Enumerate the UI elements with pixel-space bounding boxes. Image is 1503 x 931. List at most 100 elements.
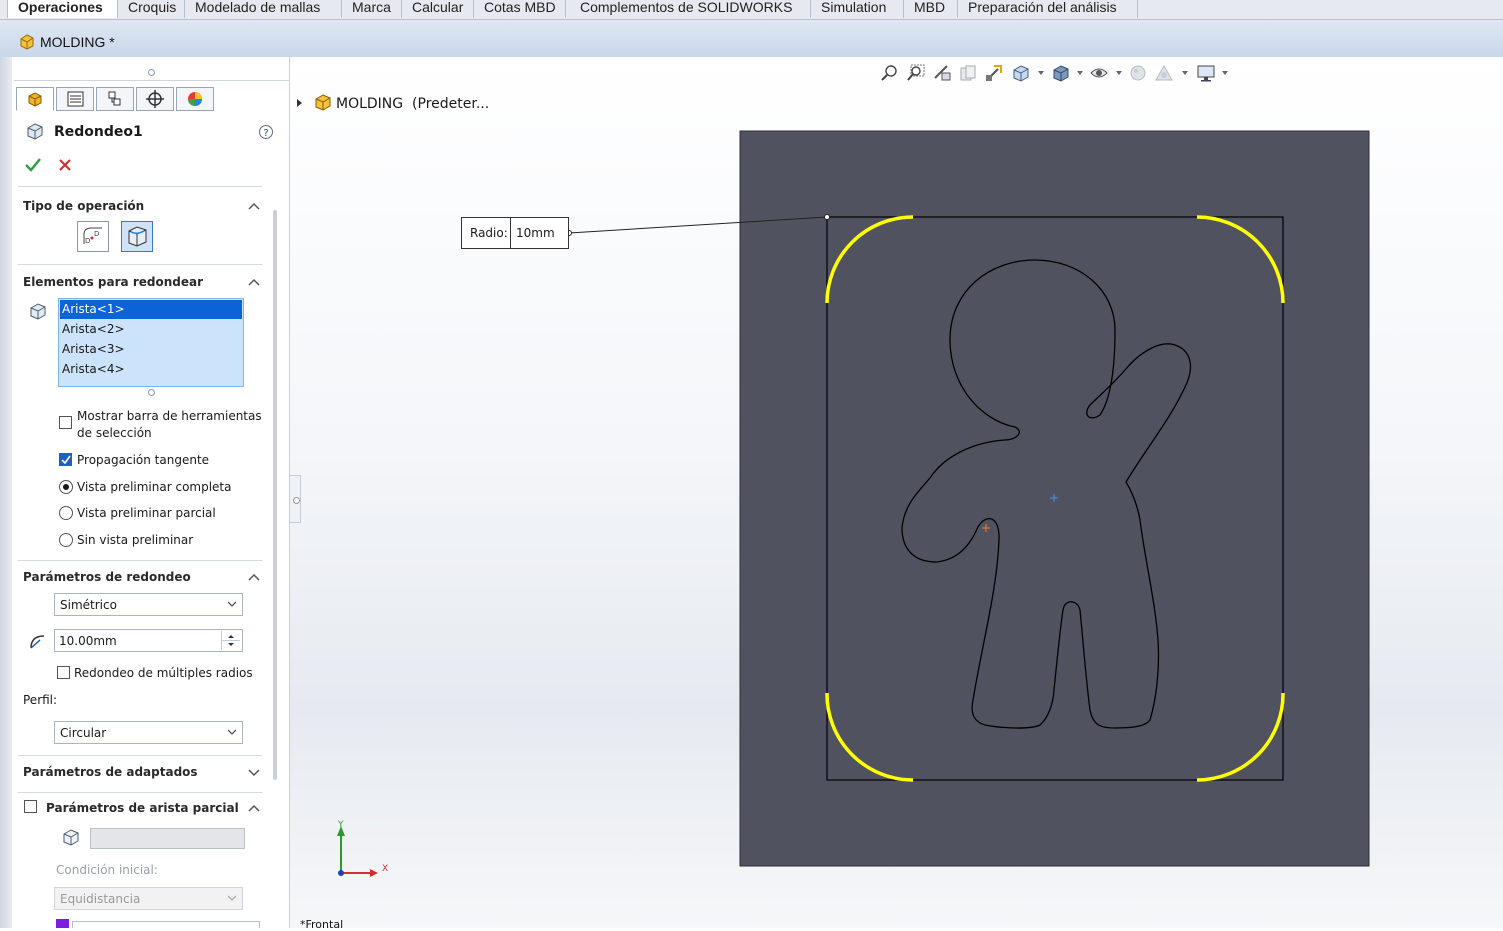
feature-tree-root[interactable]: MOLDING (Predeter... — [336, 96, 489, 112]
hide-show-items-icon[interactable] — [1089, 63, 1109, 83]
panel-collapse-handle[interactable] — [289, 475, 301, 523]
chevron-up-icon[interactable] — [247, 803, 261, 813]
tab-operaciones[interactable]: Operaciones — [7, 0, 118, 18]
multi-radius-checkbox[interactable] — [57, 666, 70, 679]
start-condition-value: Equidistancia — [60, 892, 141, 906]
graphics-area[interactable] — [290, 57, 1503, 928]
tab-mbd[interactable]: MBD — [904, 0, 958, 18]
dynamic-annotation-icon[interactable] — [984, 63, 1004, 83]
chevron-down-icon[interactable] — [247, 767, 261, 777]
multi-radius-label: Redondeo de múltiples radios — [74, 666, 253, 680]
caret-down-icon[interactable] — [1222, 71, 1228, 75]
partial-preview-label: Vista preliminar parcial — [77, 506, 216, 520]
edge-selection-list[interactable]: Arista<1> Arista<2> Arista<3> Arista<4> — [58, 298, 244, 387]
caret-down-icon[interactable] — [1038, 71, 1044, 75]
partial-edge-checkbox[interactable] — [24, 800, 37, 813]
chevron-up-icon[interactable] — [247, 201, 261, 211]
edit-appearance-icon[interactable] — [1128, 63, 1148, 83]
fillet-method-value: Simétrico — [60, 598, 117, 612]
collapse-grip-dot — [293, 497, 300, 504]
zoom-to-area-icon[interactable] — [906, 63, 926, 83]
caret-down-icon[interactable] — [1116, 71, 1122, 75]
caret-down-icon[interactable] — [1077, 71, 1083, 75]
view-name-label: *Frontal — [300, 918, 344, 931]
radius-callout[interactable]: Radio: 10mm — [461, 217, 569, 249]
document-title: MOLDING * — [40, 34, 115, 50]
section-fillet-params-title: Parámetros de redondeo — [23, 570, 191, 584]
spin-arrows-icon — [222, 635, 240, 646]
fillet-cube-icon — [128, 226, 147, 247]
tab-marca[interactable]: Marca — [342, 0, 402, 18]
tab-property-manager[interactable] — [56, 87, 94, 111]
fillet-feature-icon — [27, 123, 43, 140]
configuration-manager-icon — [108, 91, 121, 106]
list-item[interactable]: Arista<2> — [60, 320, 242, 339]
tab-simulation[interactable]: Simulation — [811, 0, 904, 18]
previous-view-icon[interactable] — [932, 63, 952, 83]
show-selection-toolbar-checkbox[interactable] — [59, 416, 72, 429]
partial-edge-selection-box — [90, 828, 245, 849]
property-manager-icon — [67, 91, 84, 107]
tangent-propagation-checkbox[interactable] — [59, 453, 72, 466]
triad-origin — [338, 870, 344, 876]
tab-cotas-mbd[interactable]: Cotas MBD — [474, 0, 566, 18]
tab-display-manager[interactable] — [176, 87, 214, 111]
radius-value: 10.00mm — [59, 634, 117, 648]
crosshair-icon — [146, 90, 164, 108]
section-view-icon[interactable] — [958, 63, 978, 83]
svg-text:D: D — [94, 230, 99, 238]
part-icon — [20, 34, 34, 50]
section-items-title: Elementos para redondear — [23, 275, 203, 289]
section-setback-title[interactable]: Parámetros de adaptados — [23, 765, 198, 779]
checkmark-icon — [61, 455, 71, 465]
tab-modelado-de-mallas[interactable]: Modelado de mallas — [185, 0, 342, 18]
caret-down-icon[interactable] — [1182, 71, 1188, 75]
view-orientation-icon[interactable] — [1010, 63, 1030, 83]
callout-value[interactable]: 10mm — [516, 226, 555, 240]
show-selection-toolbar-label: Mostrar barra de herramientas de selecci… — [77, 409, 262, 440]
tab-dimxpert-manager[interactable] — [136, 87, 174, 111]
ok-check-icon[interactable] — [24, 157, 42, 173]
no-preview-label: Sin vista preliminar — [77, 533, 194, 547]
profile-select[interactable]: Circular — [54, 721, 243, 744]
panel-grip[interactable] — [148, 69, 155, 76]
chevron-up-icon[interactable] — [247, 572, 261, 582]
fillet-method-select[interactable]: Simétrico — [54, 593, 243, 616]
list-item[interactable]: Arista<1> — [60, 300, 242, 319]
chevron-down-icon — [228, 601, 236, 607]
panel-scrollbar[interactable] — [273, 210, 277, 780]
list-resize-grip[interactable] — [148, 389, 155, 396]
list-item[interactable]: Arista<3> — [60, 340, 242, 359]
tab-configuration-manager[interactable] — [96, 87, 134, 111]
view-settings-icon[interactable] — [1196, 63, 1216, 83]
tab-preparacion-analisis[interactable]: Preparación del análisis — [958, 0, 1138, 18]
manual-fillet-icon: DD — [83, 227, 102, 245]
full-preview-radio[interactable] — [59, 480, 73, 494]
color-swatch — [56, 919, 69, 928]
start-condition-label: Condición inicial: — [56, 863, 158, 877]
callout-label: Radio: — [470, 226, 508, 240]
tab-feature-manager[interactable] — [16, 87, 54, 111]
tab-croquis[interactable]: Croquis — [118, 0, 185, 18]
no-preview-radio[interactable] — [59, 533, 73, 547]
zoom-to-fit-icon[interactable] — [880, 63, 900, 83]
apply-scene-icon[interactable] — [1154, 63, 1174, 83]
chevron-up-icon[interactable] — [247, 277, 261, 287]
expand-arrow-icon[interactable] — [296, 99, 304, 107]
section-operation-type-title: Tipo de operación — [23, 199, 145, 213]
tangent-propagation-label: Propagación tangente — [77, 453, 210, 467]
list-item[interactable]: Arista<4> — [60, 360, 242, 379]
triad-x-arrow — [370, 869, 378, 877]
fillet-xpert-button[interactable] — [121, 221, 153, 252]
manual-fillet-button[interactable]: DD — [77, 221, 109, 252]
help-icon[interactable]: ? — [258, 124, 274, 140]
cancel-x-icon[interactable] — [58, 158, 72, 172]
svg-text:?: ? — [263, 128, 268, 139]
display-style-icon[interactable] — [1050, 63, 1070, 83]
radius-input[interactable]: 10.00mm — [54, 629, 243, 652]
tab-complementos[interactable]: Complementos de SOLIDWORKS — [566, 0, 811, 18]
partial-preview-radio[interactable] — [59, 506, 73, 520]
feature-name: Redondeo1 — [54, 124, 143, 140]
radius-stepper[interactable] — [221, 631, 240, 650]
tab-calcular[interactable]: Calcular — [402, 0, 474, 18]
